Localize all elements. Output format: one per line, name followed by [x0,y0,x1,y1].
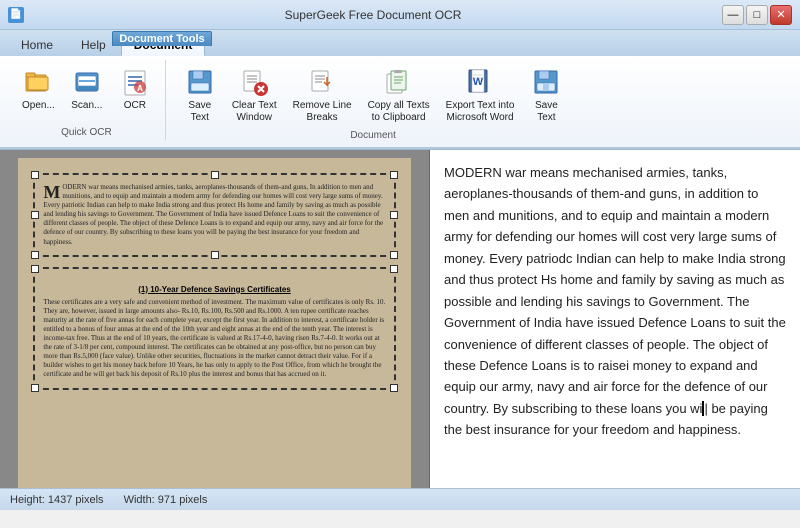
doc-section-heading: (1) 10-Year Defence Savings Certificates [43,285,385,294]
open-icon [22,66,54,98]
title-bar: 📄 SuperGeek Free Document OCR — □ ✕ [0,0,800,30]
minimize-button[interactable]: — [722,5,744,25]
document-group-label: Document [350,130,396,141]
save-text-icon [184,66,216,98]
document-buttons: SaveText C [178,62,569,128]
remove-linebreaks-button[interactable]: Remove LineBreaks [287,62,358,128]
doc-second-paragraph: These certificates are a very safe and c… [43,298,385,380]
scan-label: Scan... [71,100,102,112]
ocr-text-output: MODERN war means mechanised armies, tank… [444,162,786,441]
maximize-button[interactable]: □ [746,5,768,25]
open-label: Open... [22,100,55,112]
quick-ocr-group: Open... Scan... [8,60,166,140]
tab-home[interactable]: Home [8,34,66,56]
window-controls[interactable]: — □ ✕ [722,5,792,25]
ocr-text-content: MODERN war means mechanised armies, tank… [444,165,786,416]
save-text2-label: SaveText [535,100,558,124]
status-width: Width: 971 pixels [124,494,208,506]
title-bar-left: 📄 [8,7,24,23]
clear-text-button[interactable]: Clear TextWindow [226,62,283,128]
status-bar: Height: 1437 pixels Width: 971 pixels [0,488,800,510]
image-panel[interactable]: MODERN war means mechanised armies, tank… [0,150,430,488]
copy-clipboard-label: Copy all Textsto Clipboard [368,100,430,124]
scan-button[interactable]: Scan... [65,62,109,116]
save-text2-button[interactable]: SaveText [524,62,568,128]
active-group-label: Document Tools [112,31,212,46]
document-group: SaveText C [170,60,577,143]
copy-clipboard-icon [383,66,415,98]
quick-ocr-label: Quick OCR [61,127,112,138]
copy-clipboard-button[interactable]: Copy all Textsto Clipboard [362,62,436,128]
clear-text-icon [238,66,270,98]
ocr-label: OCR [124,100,146,112]
export-word-label: Export Text intoMicrosoft Word [446,100,515,124]
save-text-label: SaveText [188,100,211,124]
save-text-button[interactable]: SaveText [178,62,222,128]
ribbon-toolbar: Open... Scan... [0,56,800,149]
ribbon-container: Document Tools Home Help Document [0,30,800,150]
export-word-button[interactable]: W Export Text intoMicrosoft Word [440,62,521,128]
remove-linebreaks-icon [306,66,338,98]
text-output-panel[interactable]: MODERN war means mechanised armies, tank… [430,150,800,488]
ocr-button[interactable]: A OCR [113,62,157,116]
close-button[interactable]: ✕ [770,5,792,25]
open-button[interactable]: Open... [16,62,61,116]
scan-icon [71,66,103,98]
doc-first-paragraph: MODERN war means mechanised armies, tank… [43,183,385,247]
status-height: Height: 1437 pixels [10,494,104,506]
svg-text:A: A [137,84,143,93]
ocr-icon: A [119,66,151,98]
quick-ocr-buttons: Open... Scan... [16,62,157,116]
remove-linebreaks-label: Remove LineBreaks [293,100,352,124]
main-content: MODERN war means mechanised armies, tank… [0,150,800,488]
save-text2-icon [530,66,562,98]
clear-text-label: Clear TextWindow [232,100,277,124]
export-word-icon: W [464,66,496,98]
app-icon: 📄 [8,7,24,23]
window-title: SuperGeek Free Document OCR [24,8,722,22]
